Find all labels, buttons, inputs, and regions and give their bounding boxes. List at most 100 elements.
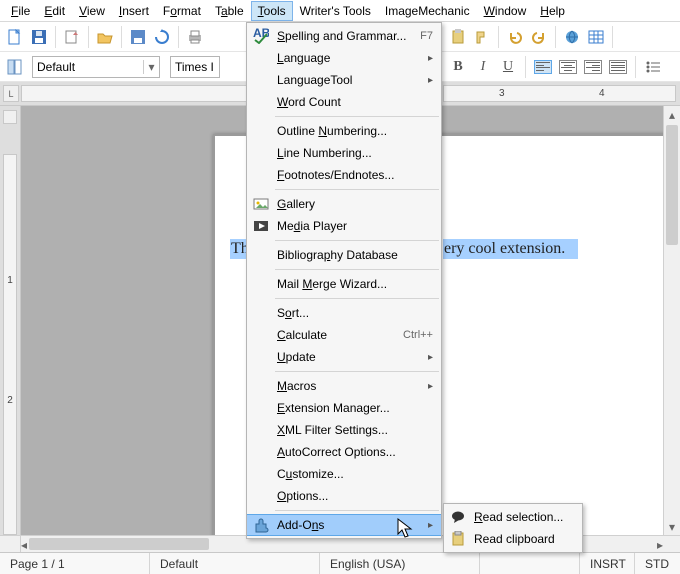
- standard-toolbar-right: [443, 22, 680, 52]
- menu-item-autocorrect-options[interactable]: AutoCorrect Options...: [247, 441, 441, 463]
- menu-item-outline-numbering[interactable]: Outline Numbering...: [247, 120, 441, 142]
- menu-item-options[interactable]: Options...: [247, 485, 441, 507]
- horizontal-ruler-right[interactable]: 3 4: [443, 85, 676, 102]
- menu-item-calculate[interactable]: CalculateCtrl++: [247, 324, 441, 346]
- scroll-down-button[interactable]: ▾: [664, 518, 680, 535]
- menu-item-footnotes-endnotes[interactable]: Footnotes/Endnotes...: [247, 164, 441, 186]
- menu-item-extension-manager[interactable]: Extension Manager...: [247, 397, 441, 419]
- align-justify-button[interactable]: [607, 56, 629, 78]
- menu-separator: [275, 116, 439, 117]
- redo-button[interactable]: [528, 26, 550, 48]
- menu-item-xml-filter-settings[interactable]: XML Filter Settings...: [247, 419, 441, 441]
- status-selection-mode[interactable]: STD: [635, 553, 680, 574]
- vertical-ruler[interactable]: 1 2: [3, 154, 17, 535]
- font-name-value: Times I: [175, 60, 214, 74]
- menu-item-label: Mail Merge Wizard...: [277, 277, 433, 291]
- menu-item-update[interactable]: Update: [247, 346, 441, 368]
- menu-item-bibliography-database[interactable]: Bibliography Database: [247, 244, 441, 266]
- menu-bar: FileEditViewInsertFormatTableToolsWriter…: [0, 0, 680, 22]
- menu-item-word-count[interactable]: Word Count: [247, 91, 441, 113]
- submenu-item-label: Read selection...: [474, 510, 574, 524]
- reload-button[interactable]: [151, 26, 173, 48]
- menu-format[interactable]: Format: [156, 1, 208, 21]
- scroll-thumb[interactable]: [29, 538, 209, 550]
- toolbar-separator: [612, 26, 613, 48]
- paragraph-style-combo[interactable]: Default ▾: [32, 56, 160, 78]
- gallery-icon: [252, 195, 270, 213]
- scroll-track[interactable]: [664, 247, 680, 518]
- save-button[interactable]: [28, 26, 50, 48]
- submenu-arrow-icon: [428, 52, 433, 64]
- clipboard-icon: [449, 530, 467, 548]
- vruler-tick: 1: [4, 275, 16, 286]
- status-style[interactable]: Default: [150, 553, 320, 574]
- status-bar: Page 1 / 1 Default English (USA) INSRT S…: [0, 552, 680, 574]
- align-right-button[interactable]: [582, 56, 604, 78]
- menu-insert[interactable]: Insert: [112, 1, 156, 21]
- menu-view[interactable]: View: [72, 1, 112, 21]
- menu-shortcut: Ctrl++: [403, 329, 433, 341]
- menu-writer-s-tools[interactable]: Writer's Tools: [293, 1, 378, 21]
- menu-item-customize[interactable]: Customize...: [247, 463, 441, 485]
- scroll-left-button[interactable]: ◂: [21, 536, 27, 553]
- menu-item-sort[interactable]: Sort...: [247, 302, 441, 324]
- list-button[interactable]: [642, 56, 664, 78]
- menu-separator: [275, 298, 439, 299]
- align-center-button[interactable]: [557, 56, 579, 78]
- status-language[interactable]: English (USA): [320, 553, 480, 574]
- table-button[interactable]: [585, 26, 607, 48]
- submenu-arrow-icon: [428, 74, 433, 86]
- status-page[interactable]: Page 1 / 1: [0, 553, 150, 574]
- menu-table[interactable]: Table: [208, 1, 251, 21]
- menu-item-language[interactable]: Language: [247, 47, 441, 69]
- menu-item-label: AutoCorrect Options...: [277, 445, 433, 459]
- menu-item-spelling-and-grammar[interactable]: ABCSpelling and Grammar...F7: [247, 25, 441, 47]
- scroll-up-button[interactable]: ▴: [664, 106, 680, 123]
- underline-button[interactable]: U: [497, 56, 519, 78]
- menu-item-mail-merge-wizard[interactable]: Mail Merge Wizard...: [247, 273, 441, 295]
- vertical-scrollbar[interactable]: ▴ ▾: [663, 106, 680, 535]
- menu-item-media-player[interactable]: Media Player: [247, 215, 441, 237]
- menu-item-label: Outline Numbering...: [277, 124, 433, 138]
- export-button[interactable]: [61, 26, 83, 48]
- menu-item-gallery[interactable]: Gallery: [247, 193, 441, 215]
- bold-button[interactable]: B: [447, 56, 469, 78]
- menu-item-macros[interactable]: Macros: [247, 375, 441, 397]
- save-as-button[interactable]: [127, 26, 149, 48]
- scroll-thumb[interactable]: [666, 125, 678, 245]
- open-button[interactable]: [94, 26, 116, 48]
- vertical-ruler-column: 1 2: [0, 106, 21, 535]
- menu-item-line-numbering[interactable]: Line Numbering...: [247, 142, 441, 164]
- menu-item-label: Bibliography Database: [277, 248, 433, 262]
- menu-edit[interactable]: Edit: [37, 1, 72, 21]
- menu-item-add-ons[interactable]: Add-Ons: [247, 514, 441, 536]
- menu-window[interactable]: Window: [477, 1, 534, 21]
- paste-button[interactable]: [447, 26, 469, 48]
- selected-text-right[interactable]: ery cool extension.: [443, 239, 578, 259]
- clone-formatting-button[interactable]: [471, 26, 493, 48]
- toolbar-separator: [121, 26, 122, 48]
- status-insert-mode[interactable]: INSRT: [580, 553, 635, 574]
- submenu-item-read-selection[interactable]: Read selection...: [444, 506, 582, 528]
- menu-imagemechanic[interactable]: ImageMechanic: [378, 1, 477, 21]
- menu-item-label: Line Numbering...: [277, 146, 433, 160]
- menu-file[interactable]: File: [4, 1, 37, 21]
- submenu-item-read-clipboard[interactable]: Read clipboard: [444, 528, 582, 550]
- toolbar-separator: [55, 26, 56, 48]
- new-doc-button[interactable]: [4, 26, 26, 48]
- menu-help[interactable]: Help: [533, 1, 572, 21]
- font-name-combo[interactable]: Times I: [170, 56, 220, 78]
- italic-button[interactable]: I: [472, 56, 494, 78]
- menu-item-label: Extension Manager...: [277, 401, 433, 415]
- styles-button[interactable]: [4, 56, 26, 78]
- tab-stop-corner[interactable]: L: [3, 85, 19, 102]
- align-left-button[interactable]: [532, 56, 554, 78]
- menu-tools[interactable]: Tools: [251, 1, 293, 21]
- print-button[interactable]: [184, 26, 206, 48]
- addon-icon: [252, 517, 270, 535]
- horizontal-ruler-left[interactable]: [21, 85, 251, 102]
- hyperlink-button[interactable]: [561, 26, 583, 48]
- undo-button[interactable]: [504, 26, 526, 48]
- menu-item-label: Footnotes/Endnotes...: [277, 168, 433, 182]
- menu-item-languagetool[interactable]: LanguageTool: [247, 69, 441, 91]
